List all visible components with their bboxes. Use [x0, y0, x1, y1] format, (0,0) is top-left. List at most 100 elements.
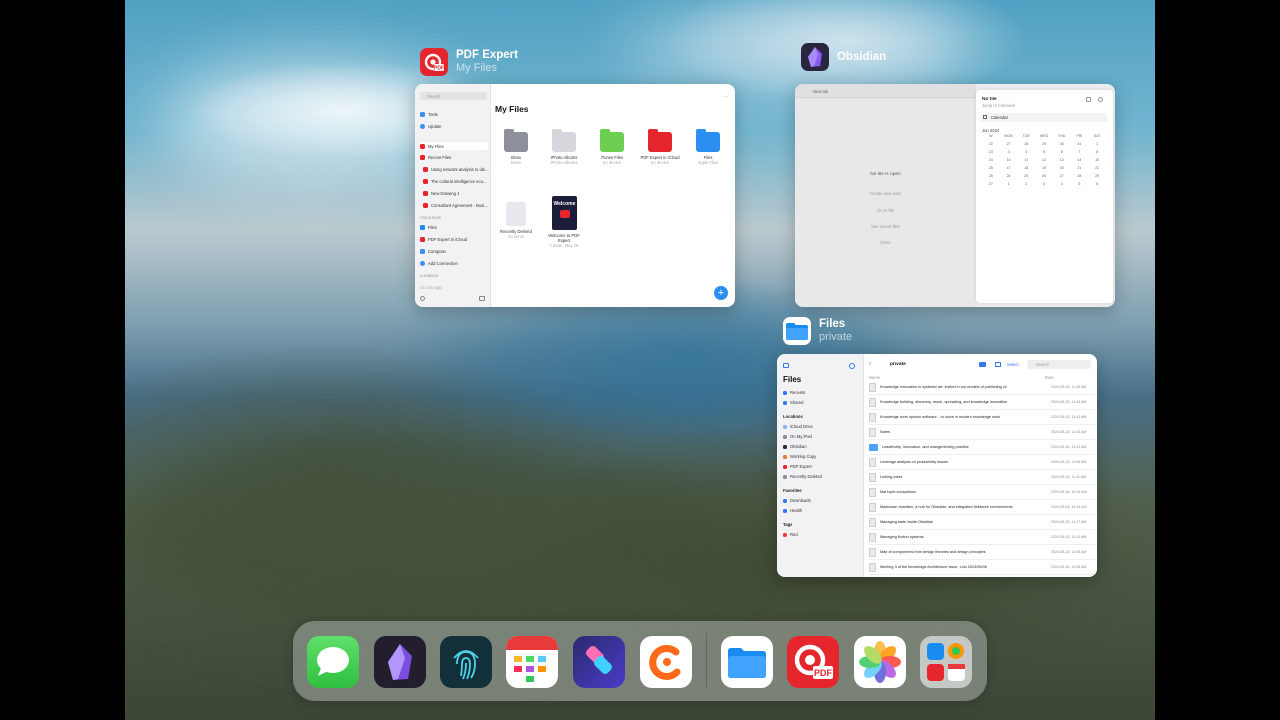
file-row[interactable]: Knowledge work opinion software ...to so…	[869, 410, 1095, 425]
file-row[interactable]: Linking notes 2024-05-15, 11:11 AM	[869, 470, 1095, 485]
calendar-day[interactable]: 13	[1053, 158, 1071, 163]
calendar-day[interactable]: 5	[1035, 150, 1053, 155]
search-field[interactable]: Search	[419, 92, 487, 100]
calendar-day[interactable]: 2	[1017, 182, 1035, 187]
obsidian-app-icon[interactable]	[374, 636, 426, 688]
file-row[interactable]: Notes 2024-05-15, 11:43 AM	[869, 425, 1095, 440]
sidebar-item-tools[interactable]: Tools	[420, 112, 488, 117]
recent-file[interactable]: Using network analysis to ide...	[423, 167, 491, 172]
photos-app-icon[interactable]	[854, 636, 906, 688]
recent-file[interactable]: Consultant Agreement - Busi...	[423, 203, 491, 208]
search-field[interactable]: Search	[1027, 360, 1091, 369]
calendar-day[interactable]: 7	[1071, 150, 1089, 155]
calendar-day[interactable]: 27	[1053, 174, 1071, 179]
recent-files-link[interactable]: See recent files	[795, 224, 976, 229]
sidebar-item[interactable]: Red	[783, 532, 798, 537]
app-library-icon[interactable]	[920, 636, 972, 688]
go-to-file-link[interactable]: Go to file	[795, 208, 976, 213]
sidebar-toggle-icon[interactable]	[783, 363, 789, 368]
options-icon[interactable]	[1098, 97, 1103, 102]
sidebar-item-my-files[interactable]: My Files	[420, 142, 488, 150]
sidebar-item[interactable]: Health	[783, 508, 802, 513]
calendar-day[interactable]: 5	[1071, 182, 1089, 187]
folder-recently-deleted[interactable]: Recently Deleted no items	[496, 202, 536, 239]
sort-icon[interactable]	[1086, 97, 1091, 102]
calendar-day[interactable]: 8	[1088, 150, 1106, 155]
sidebar-item[interactable]: Downloads	[783, 498, 811, 503]
obsidian-window[interactable]: New tab No file is open Create new note …	[795, 84, 1115, 307]
file-row[interactable]: Markdown rewritten, a hub for Obsidian, …	[869, 500, 1095, 515]
file-row[interactable]: Leverage analysis on productivity issues…	[869, 455, 1095, 470]
tab-calendar[interactable]: Calendar	[981, 113, 1107, 122]
folder-inbox[interactable]: Inbox Inbox	[496, 129, 536, 165]
calendar-day[interactable]: 1	[1000, 182, 1018, 187]
files-app-icon[interactable]	[721, 636, 773, 688]
sidebar-item[interactable]: On My iPad	[783, 434, 812, 439]
craft-app-icon[interactable]	[640, 636, 692, 688]
section-header[interactable]: Favorites	[783, 488, 802, 493]
add-button[interactable]: +	[714, 286, 728, 300]
sidebar-item[interactable]: iCloud Drive	[783, 424, 813, 429]
calendar-day[interactable]: 3	[1035, 182, 1053, 187]
calendar-day[interactable]: 19	[1035, 166, 1053, 171]
files-header[interactable]: Files private	[783, 317, 852, 345]
fantastical-app-icon[interactable]	[506, 636, 558, 688]
more-icon[interactable]: ···	[722, 94, 728, 100]
calendar-day[interactable]: 10	[1000, 158, 1018, 163]
calendar-day[interactable]: 20	[1053, 166, 1071, 171]
sidebar-item[interactable]: PDF Expert	[783, 464, 812, 469]
calendar-day[interactable]: 28	[1071, 174, 1089, 179]
file-row[interactable]: Leadership, innovation, and change/drivi…	[869, 440, 1095, 455]
sidebar-toggle-icon[interactable]	[479, 296, 485, 301]
calendar-day[interactable]: 26	[1035, 174, 1053, 179]
folder-icloud[interactable]: PDF Expert in iCloud on device	[640, 129, 680, 165]
recent-file[interactable]: New Drawing 1	[423, 191, 491, 196]
calendar-day[interactable]: 28	[1017, 142, 1035, 147]
shortcuts-app-icon[interactable]	[573, 636, 625, 688]
calendar-day[interactable]: 4	[1053, 182, 1071, 187]
back-chevron-icon[interactable]: ‹	[869, 361, 871, 367]
sidebar-item-update[interactable]: Update	[420, 124, 488, 129]
calendar-day[interactable]: 12	[1035, 158, 1053, 163]
calendar-day[interactable]: 25	[1017, 174, 1035, 179]
create-note-link[interactable]: Create new note	[795, 191, 976, 196]
select-button[interactable]: Select	[1007, 362, 1019, 367]
file-row[interactable]: Managing Notion systems 2024-05-15, 11:10…	[869, 530, 1095, 545]
calendar-day[interactable]: 27	[1000, 142, 1018, 147]
calendar-day[interactable]: 1	[1088, 142, 1106, 147]
calendar-day[interactable]: 22	[1088, 166, 1106, 171]
sidebar-item[interactable]: Recents	[783, 390, 805, 395]
folder-iphoto[interactable]: iPhoto Albums iPhoto Albums	[544, 129, 584, 165]
folder-itunes[interactable]: iTunes Files on device	[592, 129, 632, 165]
settings-icon[interactable]	[420, 296, 425, 301]
fingerprint-app-icon[interactable]	[440, 636, 492, 688]
calendar-day[interactable]: 29	[1035, 142, 1053, 147]
calendar-day[interactable]: 11	[1017, 158, 1035, 163]
pdf-expert-app-icon[interactable]: PDF	[787, 636, 839, 688]
sidebar-item-computer[interactable]: Computer	[420, 249, 488, 254]
file-row[interactable]: Knowledge innovation in systemic art: in…	[869, 380, 1095, 395]
file-row[interactable]: Map of components from design theories a…	[869, 545, 1095, 560]
pdf-expert-header[interactable]: PDF PDF Expert My Files	[420, 48, 518, 76]
sidebar-item[interactable]: Working Copy	[783, 454, 816, 459]
view-options-icon[interactable]	[995, 362, 1001, 367]
new-folder-icon[interactable]	[979, 362, 986, 367]
section-header[interactable]: Locations	[783, 414, 803, 419]
messages-app-icon[interactable]	[307, 636, 359, 688]
calendar-day[interactable]: 4	[1017, 150, 1035, 155]
sidebar-item[interactable]: Shared	[783, 400, 804, 405]
calendar-day[interactable]: 17	[1000, 166, 1018, 171]
pdf-expert-window[interactable]: Search Tools Update My Files Recent File…	[415, 84, 735, 307]
obsidian-header[interactable]: Obsidian	[801, 43, 886, 71]
file-row[interactable]: Managing state inside Obsidian 2024-05-15…	[869, 515, 1095, 530]
sidebar-item-recent[interactable]: Recent Files	[420, 155, 488, 160]
files-window[interactable]: Files Recents Shared Locations iCloud Drive…	[777, 354, 1097, 577]
folder-files[interactable]: Files Apple Files	[688, 129, 728, 165]
sidebar-item-files[interactable]: Files	[420, 225, 488, 230]
calendar-day[interactable]: 14	[1071, 158, 1089, 163]
file-row[interactable]: Knowledge building, discovery, reach, sp…	[869, 395, 1095, 410]
sidebar-item[interactable]: Recently Deleted	[783, 474, 822, 479]
calendar-day[interactable]: 30	[1053, 142, 1071, 147]
section-header[interactable]: Tags	[783, 522, 792, 527]
welcome-document[interactable]: Welcome Welcome to PDF Expert Create, Ma…	[544, 196, 584, 248]
